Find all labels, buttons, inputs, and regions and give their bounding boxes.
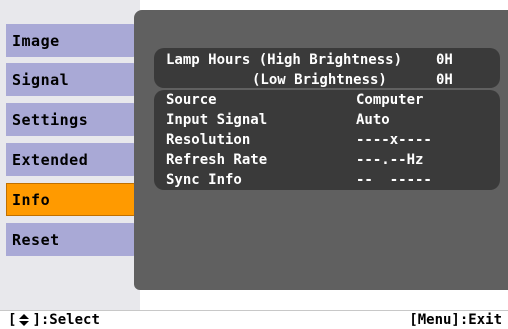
lamp-hours-low-value: 0H: [436, 72, 453, 88]
tab-reset[interactable]: Reset: [6, 223, 136, 256]
tab-settings[interactable]: Settings: [6, 103, 136, 136]
resolution-label: Resolution: [166, 132, 251, 148]
refresh-rate-label: Refresh Rate: [166, 152, 268, 168]
source-value: Computer: [356, 92, 424, 108]
lamp-low-label: (Low Brightness): [252, 72, 387, 88]
tab-label: Info: [12, 190, 51, 209]
lamp-hours-high-value: 0H: [436, 52, 453, 68]
projector-menu: Image Signal Settings Extended Info Rese…: [0, 0, 508, 310]
lamp-hours-label: Lamp Hours (High Brightness): [166, 52, 403, 68]
sync-info-label: Sync Info: [166, 172, 242, 188]
tab-image[interactable]: Image: [6, 24, 136, 57]
sync-info-value: -- -----: [356, 172, 432, 188]
tab-label: Reset: [12, 230, 60, 249]
tab-label: Extended: [12, 150, 89, 169]
tab-extended[interactable]: Extended: [6, 143, 136, 176]
footer-bar: [ ]:Select [Menu]:Exit: [0, 310, 508, 329]
select-hint: [ ]:Select: [8, 311, 100, 329]
resolution-value: ----x----: [356, 132, 432, 148]
tab-label: Settings: [12, 110, 89, 129]
exit-hint: [Menu]:Exit: [409, 312, 502, 328]
up-down-arrow-icon: [19, 314, 30, 326]
tab-signal[interactable]: Signal: [6, 63, 136, 96]
tab-info[interactable]: Info: [6, 183, 136, 216]
input-signal-value: Auto: [356, 112, 390, 128]
source-label: Source: [166, 92, 217, 108]
refresh-rate-value: ---.--Hz: [356, 152, 424, 168]
select-bracket-open: [: [8, 312, 17, 328]
tab-label: Signal: [12, 70, 70, 89]
tab-label: Image: [12, 31, 60, 50]
input-signal-label: Input Signal: [166, 112, 268, 128]
select-hint-text: ]:Select: [32, 312, 100, 328]
